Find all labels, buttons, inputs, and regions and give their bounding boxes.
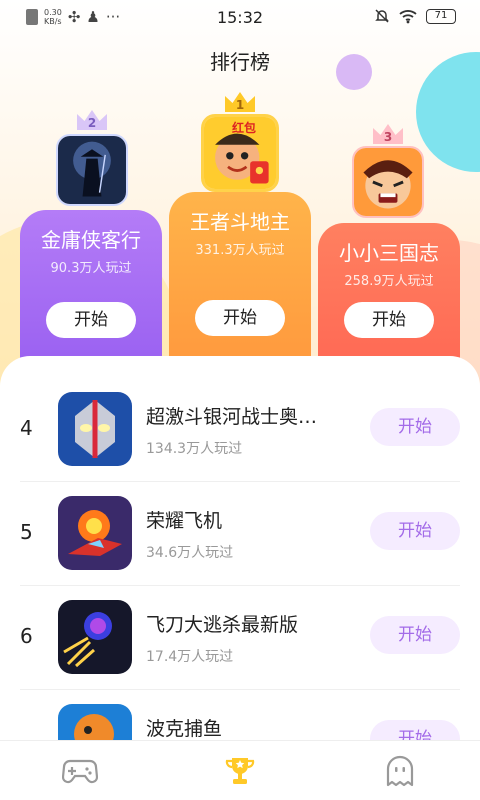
podium-rank-3: 小小三国志 258.9万人玩过 开始 [318,223,460,360]
rank-2-crown-icon: 2 [77,110,107,130]
ranking-list[interactable]: 4 超激斗银河战士奥… 134.3万人玩过 开始 5 荣耀飞机 34.6万人玩过… [0,356,480,740]
play-count: 134.3万人玩过 [146,441,243,457]
podium-rank-1: 王者斗地主 331.3万人玩过 开始 [169,192,311,360]
play-count: 34.6万人玩过 [146,545,234,561]
game-name: 波克捕鱼 [146,718,223,740]
ultraman-icon[interactable] [58,392,132,466]
list-item[interactable]: 波克捕鱼 开始 [0,690,480,740]
rank-number: 5 [20,520,33,544]
flying-knife-icon[interactable] [58,600,132,674]
game-name: 荣耀飞机 [146,510,223,532]
podium-rank-2: 金庸侠客行 90.3万人玩过 开始 [20,210,162,360]
cartoon-cardplayer-icon[interactable]: 红包 [201,114,279,192]
status-right: 71 [374,8,456,24]
angry-warrior-icon[interactable] [352,146,424,218]
fishing-game-icon[interactable] [58,704,132,740]
fighter-plane-icon[interactable] [58,496,132,570]
start-button[interactable]: 开始 [370,408,460,446]
podium-game-name: 金庸侠客行 [41,228,141,252]
page-title: 排行榜 [210,50,270,74]
ghost-icon [386,755,414,786]
nav-profile[interactable] [320,741,480,800]
trophy-icon [225,757,255,784]
gamepad-icon [62,759,98,783]
podium-game-name: 王者斗地主 [190,210,290,234]
start-button[interactable]: 开始 [370,512,460,550]
list-item[interactable]: 5 荣耀飞机 34.6万人玩过 开始 [0,482,480,586]
rank-3-number: 3 [383,130,393,144]
rank-2-number: 2 [87,116,97,130]
rank-1-crown-icon: 1 [225,92,255,112]
podium-play-count: 90.3万人玩过 [50,261,132,276]
list-item[interactable]: 4 超激斗银河战士奥… 134.3万人玩过 开始 [0,378,480,482]
podium-play-count: 258.9万人玩过 [344,274,434,289]
rank-number: 6 [20,624,33,648]
rank-number: 4 [20,416,33,440]
game-name: 超激斗银河战士奥… [146,406,318,428]
rank-1-number: 1 [235,98,245,112]
nav-ranking[interactable] [160,741,320,800]
play-count: 17.4万人玩过 [146,649,234,665]
rank-3-crown-icon: 3 [373,124,403,144]
start-button[interactable]: 开始 [344,302,434,338]
list-item[interactable]: 6 飞刀大逃杀最新版 17.4万人玩过 开始 [0,586,480,690]
start-button[interactable]: 开始 [370,720,460,740]
start-button[interactable]: 开始 [195,300,285,336]
podium-play-count: 331.3万人玩过 [195,243,285,258]
red-packet-badge: 红包 [232,121,257,135]
battery-indicator: 71 [426,8,456,24]
podium-game-name: 小小三国志 [339,241,439,265]
start-button[interactable]: 开始 [370,616,460,654]
status-bar: 0.30 KB/s ✣ ♟ ··· 15:32 71 [0,0,480,36]
game-name: 飞刀大逃杀最新版 [146,614,299,636]
bottom-nav [0,740,480,800]
wifi-icon [399,10,417,24]
mute-bell-icon [375,9,389,23]
nav-games[interactable] [0,741,160,800]
swordsman-silhouette-icon[interactable] [56,134,128,206]
start-button[interactable]: 开始 [46,302,136,338]
